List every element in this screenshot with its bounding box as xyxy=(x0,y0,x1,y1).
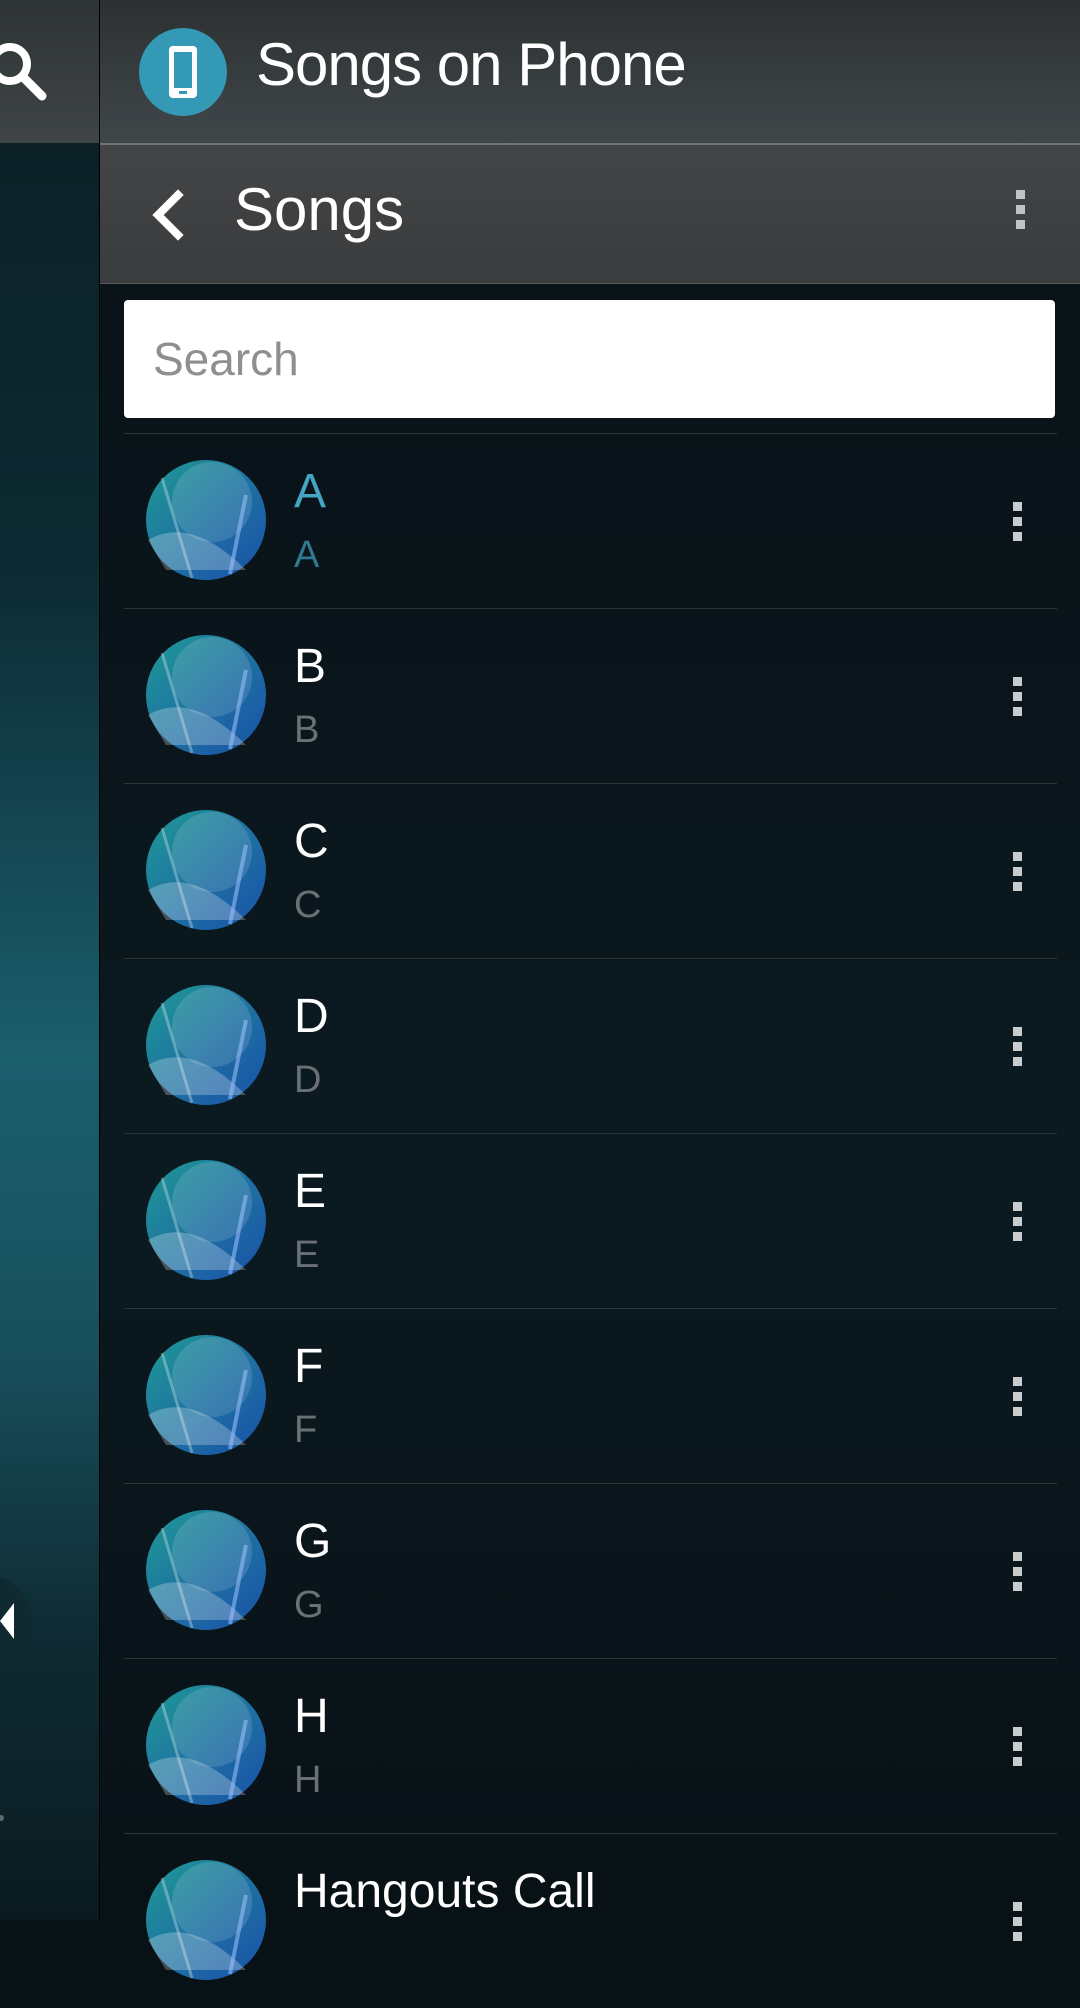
songs-title: Songs xyxy=(234,176,405,243)
song-title: D xyxy=(294,990,329,1043)
more-vertical-icon xyxy=(997,1727,1037,1766)
song-subtitle: H xyxy=(294,1759,322,1801)
album-art-icon xyxy=(146,810,266,930)
more-vertical-icon xyxy=(997,852,1037,891)
song-title: C xyxy=(294,815,329,868)
album-art-icon xyxy=(146,1335,266,1455)
more-vertical-icon xyxy=(997,1202,1037,1241)
song-row[interactable]: FF xyxy=(124,1308,1057,1483)
player-background xyxy=(0,0,99,1920)
song-title: A xyxy=(294,465,327,518)
more-options-button[interactable] xyxy=(1000,190,1040,240)
song-row[interactable]: BB xyxy=(124,608,1057,783)
song-menu-button[interactable] xyxy=(997,1202,1037,1246)
song-row[interactable]: HH xyxy=(124,1658,1057,1833)
song-menu-button[interactable] xyxy=(997,1377,1037,1421)
song-title: H xyxy=(294,1690,329,1743)
song-row[interactable]: GG xyxy=(124,1483,1057,1658)
song-subtitle: D xyxy=(294,1059,322,1101)
song-subtitle: E xyxy=(294,1234,320,1276)
back-button[interactable] xyxy=(140,185,200,245)
song-subtitle: B xyxy=(294,709,320,751)
more-vertical-icon xyxy=(997,1027,1037,1066)
player-top-bar xyxy=(0,0,99,143)
song-subtitle: F xyxy=(294,1409,318,1451)
app-header: Songs on Phone xyxy=(100,0,1080,145)
album-art-icon xyxy=(146,635,266,755)
search-icon[interactable] xyxy=(0,40,50,109)
album-art-icon xyxy=(146,985,266,1105)
song-menu-button[interactable] xyxy=(997,502,1037,546)
song-menu-button[interactable] xyxy=(997,1027,1037,1071)
song-subtitle: G xyxy=(294,1584,324,1626)
header-title: Songs on Phone xyxy=(256,31,687,98)
song-list: A A B B C C D D E E F F G G H H Hangouts Call xyxy=(124,433,1057,2008)
song-row[interactable]: Hangouts Call xyxy=(124,1833,1057,2008)
album-art-icon xyxy=(146,460,266,580)
song-menu-button[interactable] xyxy=(997,852,1037,896)
more-vertical-icon xyxy=(997,1902,1037,1941)
song-menu-button[interactable] xyxy=(997,1902,1037,1946)
album-art-icon xyxy=(146,1860,266,1980)
songs-panel: Songs on Phone Songs AABBCCDDEEFFGGHHHan… xyxy=(99,0,1080,1980)
song-menu-button[interactable] xyxy=(997,1727,1037,1771)
song-title: Hangouts Call xyxy=(294,1865,596,1918)
phone-icon xyxy=(139,28,227,116)
song-row[interactable]: EE xyxy=(124,1133,1057,1308)
song-row[interactable]: CC xyxy=(124,783,1057,958)
search-field[interactable] xyxy=(124,300,1055,418)
more-vertical-icon xyxy=(997,1552,1037,1591)
song-row[interactable]: AA xyxy=(124,433,1057,608)
song-subtitle: C xyxy=(294,884,322,926)
song-title: E xyxy=(294,1165,327,1218)
previous-icon xyxy=(0,1603,14,1639)
song-title: B xyxy=(294,640,327,693)
page-indicator-dot xyxy=(0,1815,4,1821)
search-input[interactable] xyxy=(124,300,1033,418)
song-row[interactable]: DD xyxy=(124,958,1057,1133)
album-art-icon xyxy=(146,1685,266,1805)
song-subtitle: A xyxy=(294,534,320,576)
song-title: F xyxy=(294,1340,324,1393)
song-menu-button[interactable] xyxy=(997,1552,1037,1596)
chevron-left-icon xyxy=(152,189,184,241)
more-vertical-icon xyxy=(1000,190,1040,229)
album-art-icon xyxy=(146,1510,266,1630)
more-vertical-icon xyxy=(997,502,1037,541)
song-menu-button[interactable] xyxy=(997,677,1037,721)
more-vertical-icon xyxy=(997,1377,1037,1416)
songs-subheader: Songs xyxy=(100,145,1080,284)
previous-button[interactable] xyxy=(0,1575,32,1667)
song-title: G xyxy=(294,1515,332,1568)
more-vertical-icon xyxy=(997,677,1037,716)
album-art-icon xyxy=(146,1160,266,1280)
